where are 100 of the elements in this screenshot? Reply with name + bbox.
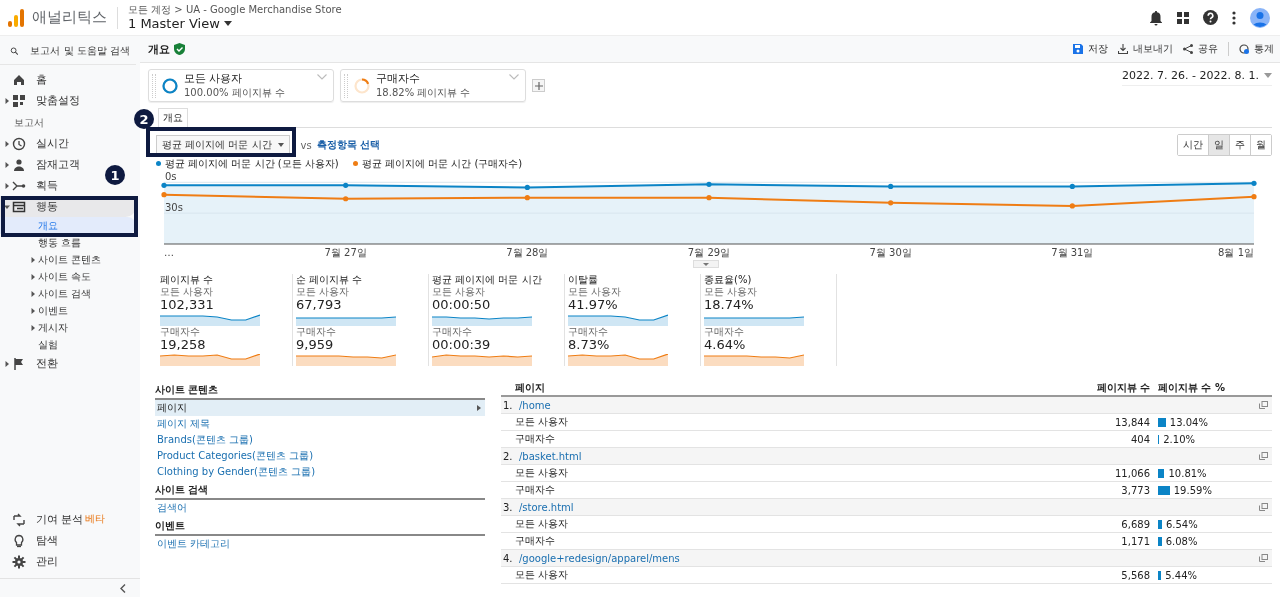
- nav-subitem[interactable]: 사이트 속도: [0, 268, 136, 285]
- granularity-button[interactable]: 일: [1209, 135, 1230, 155]
- nav-subitem[interactable]: 사이트 검색: [0, 285, 136, 302]
- metric-value: 00:00:39: [432, 337, 492, 352]
- tab[interactable]: 개요: [158, 108, 188, 128]
- row-number: 3.: [502, 501, 514, 513]
- axis-label: 7월 29일: [687, 247, 731, 258]
- report-link[interactable]: 검색어: [155, 500, 485, 516]
- metric-value: 4.64%: [704, 337, 747, 352]
- view-selector[interactable]: 1 Master View: [128, 16, 342, 31]
- report-link[interactable]: 페이지 제목: [155, 416, 485, 432]
- legend-label: 평균 페이지에 머문 시간 (모든 사용자): [165, 156, 339, 171]
- page-link[interactable]: /google+redesign/apparel/mens: [519, 552, 680, 564]
- column-header: 페이지: [514, 380, 546, 395]
- report-link[interactable]: Clothing by Gender(콘텐츠 그룹): [155, 464, 485, 480]
- table-cell-text: 404: [1129, 433, 1150, 445]
- nav-item[interactable]: 전환: [0, 353, 64, 374]
- metric-link[interactable]: 측정항목 선택: [316, 138, 381, 152]
- plus-icon: [534, 81, 543, 90]
- nav-item[interactable]: 실시간: [0, 133, 75, 154]
- bell-icon: [1149, 9, 1163, 26]
- report-link[interactable]: Brands(콘텐츠 그룹): [155, 432, 485, 448]
- section-label: 보고서: [13, 116, 45, 130]
- page-link[interactable]: /basket.html: [519, 450, 582, 462]
- caret-icon: [703, 262, 709, 266]
- table-cell: 6.08%: [1165, 535, 1198, 547]
- metric-value: 00:00:50: [432, 297, 492, 312]
- analytics-logo-icon: [8, 8, 24, 27]
- add-segment-button[interactable]: [532, 79, 545, 92]
- vs-label: vs: [300, 139, 312, 151]
- nav-subitem[interactable]: 실험: [0, 336, 136, 353]
- person-icon: [12, 157, 26, 172]
- open-window-icon: [1259, 401, 1268, 409]
- percent-bar: [1158, 468, 1165, 478]
- page-link[interactable]: /home: [519, 399, 551, 411]
- segment-card[interactable]: 모든 사용자 100.00% 페이지뷰 수: [148, 69, 334, 102]
- toolbar-button[interactable]: 통계: [1239, 42, 1274, 56]
- metric-dropdown[interactable]: 평균 페이지에 머문 시간: [156, 135, 290, 155]
- nav-subitem[interactable]: 사이트 콘텐츠: [0, 251, 136, 268]
- segment-label: 모든 사용자: [432, 286, 487, 297]
- table-cell-text: 3,773: [1120, 484, 1150, 496]
- table-cell-text: 13,844: [1114, 416, 1150, 428]
- nav-item[interactable]: 맞춤설정: [0, 90, 86, 111]
- report-link[interactable]: Product Categories(콘텐츠 그룹): [155, 448, 485, 464]
- metric-value: 9,959: [296, 337, 335, 352]
- axis-label: 7월 28일: [506, 247, 549, 258]
- report-link[interactable]: 이벤트 카테고리: [155, 536, 485, 552]
- avatar-icon: [1250, 7, 1270, 28]
- segment-label: 모든 사용자: [568, 286, 623, 297]
- apps-grid-icon: [1177, 11, 1189, 24]
- metric-title: 페이지뷰 수: [160, 274, 215, 286]
- window-icon: [12, 199, 26, 214]
- table-cell-text: 6,689: [1120, 518, 1150, 530]
- toolbar-button[interactable]: 내보내기: [1118, 42, 1173, 56]
- table-cell-text: 11,066: [1114, 467, 1150, 479]
- nav-item[interactable]: 홈: [0, 69, 53, 90]
- table-cell: 5.44%: [1165, 569, 1198, 581]
- chevron-down-icon: [509, 74, 519, 80]
- page-title: 개요: [148, 41, 170, 57]
- granularity-button[interactable]: 시간: [1178, 135, 1209, 155]
- page-link[interactable]: /store.html: [519, 501, 574, 513]
- segment-label: 구매자수: [432, 326, 473, 337]
- axis-label: 7월 27일: [324, 247, 367, 258]
- nav-item[interactable]: 관리: [0, 551, 64, 572]
- settings-icon: [12, 554, 26, 569]
- segment-label: 모든 사용자: [296, 286, 351, 297]
- table-cell: 13.04%: [1169, 416, 1208, 428]
- table-cell-text: 모든 사용자: [514, 517, 570, 531]
- report-link[interactable]: 페이지: [155, 400, 485, 416]
- nav-item[interactable]: 획득: [0, 175, 64, 196]
- percent-bar: [1158, 570, 1162, 580]
- ring-chart-icon: [161, 76, 179, 95]
- nav-subitem[interactable]: 행동 흐름: [0, 234, 136, 251]
- save-icon: [1073, 44, 1083, 54]
- table-cell-text: 구매자수: [514, 534, 556, 548]
- nav-item[interactable]: 탐색: [0, 530, 64, 551]
- metric-value: 8.73%: [568, 337, 611, 352]
- segment-label: 구매자수: [704, 326, 745, 337]
- table-cell-text: 1,171: [1120, 535, 1150, 547]
- nav-subitem[interactable]: 이벤트: [0, 302, 136, 319]
- nav-item[interactable]: 기여 분석 베타: [0, 509, 112, 530]
- home-icon: [12, 72, 26, 87]
- search-field[interactable]: 보고서 및 도움말 검색: [0, 38, 136, 65]
- table-cell: 10.81%: [1168, 467, 1207, 479]
- share-icon: [1183, 44, 1193, 54]
- lightbulb-icon: [12, 533, 26, 548]
- metric-value: 19,258: [160, 337, 207, 352]
- help-icon: [1203, 10, 1218, 25]
- toolbar-button[interactable]: 저장: [1073, 42, 1108, 56]
- chart-resize-handle[interactable]: [693, 260, 719, 268]
- nav-item[interactable]: 잠재고객: [0, 154, 86, 175]
- nav-subitem[interactable]: 게시자: [0, 319, 136, 336]
- breadcrumb[interactable]: 모든 계정 > UA - Google Merchandise Store: [128, 4, 342, 16]
- axis-label: 7월 30일: [869, 247, 912, 258]
- segment-card[interactable]: 구매자수 18.82% 페이지뷰 수: [340, 69, 526, 102]
- toolbar-button[interactable]: 공유: [1183, 42, 1218, 56]
- segment-label: 구매자수: [160, 326, 201, 337]
- metric-value: 41.97%: [568, 297, 619, 312]
- clock-icon: [12, 136, 26, 151]
- date-range-picker[interactable]: 2022. 7. 26. - 2022. 8. 1.: [1122, 69, 1272, 86]
